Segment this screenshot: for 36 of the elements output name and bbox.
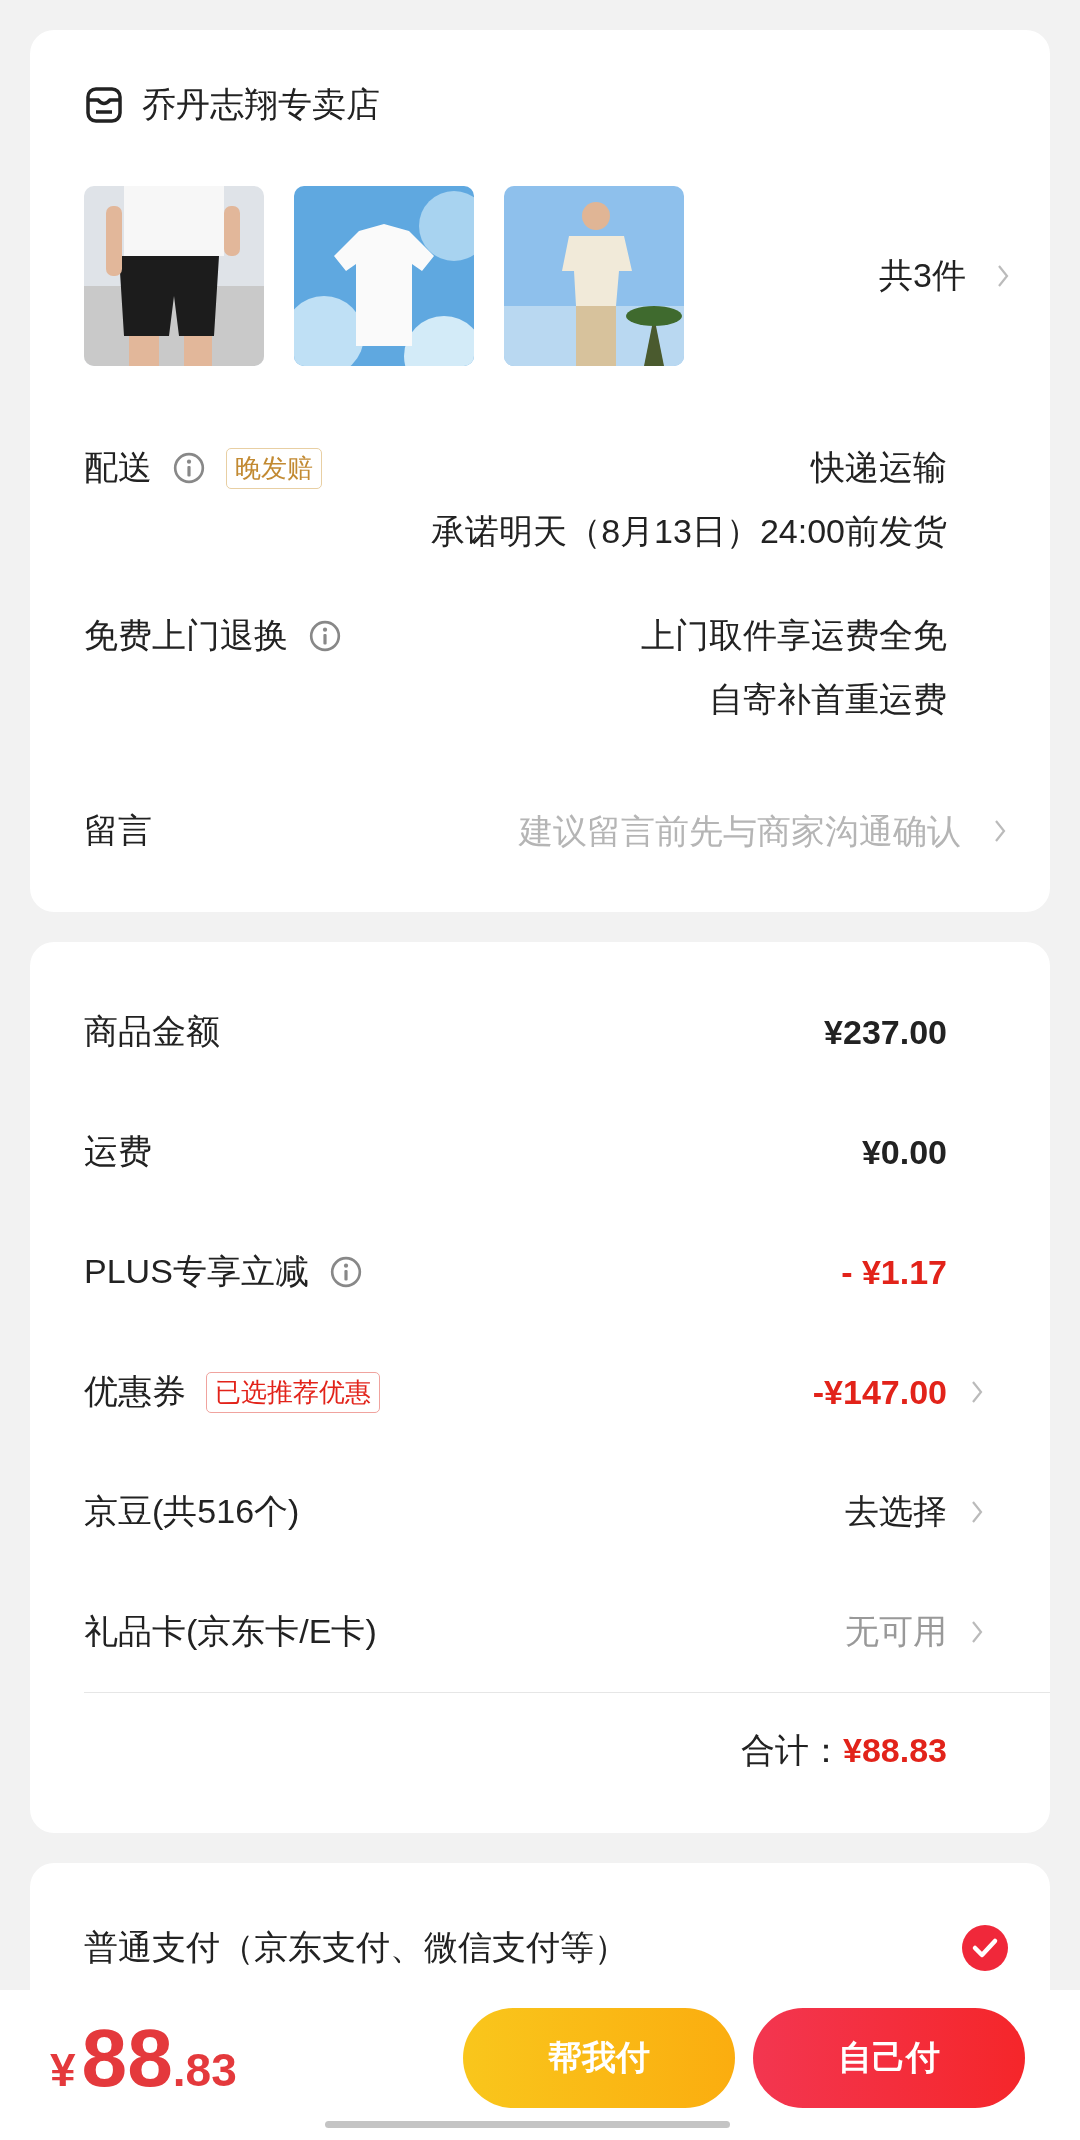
store-name[interactable]: 乔丹志翔专卖店 xyxy=(142,82,380,128)
store-icon xyxy=(84,85,124,125)
row-label: 留言 xyxy=(84,810,152,851)
price-decimal: .83 xyxy=(172,2042,237,2097)
row-label: 配送 xyxy=(84,447,152,488)
row-value: 无可用 xyxy=(845,1611,947,1652)
info-icon[interactable] xyxy=(328,1255,363,1289)
item-count[interactable]: 共3件 xyxy=(879,253,966,299)
price-currency: ¥ xyxy=(50,2042,76,2097)
row-value: 快递运输 xyxy=(811,447,947,488)
price-amount: 88 xyxy=(81,2010,173,2105)
pay-button[interactable]: 自己付 xyxy=(753,2007,1025,2108)
info-icon[interactable] xyxy=(308,619,342,653)
row-value: 上门取件享运费全免 xyxy=(641,615,947,656)
tag: 已选推荐优惠 xyxy=(206,1371,380,1413)
info-icon[interactable] xyxy=(172,451,206,485)
row-label: 运费 xyxy=(84,1131,152,1172)
payment-option[interactable]: 普通支付（京东支付、微信支付等） xyxy=(84,1925,628,1971)
total-value: ¥88.83 xyxy=(843,1731,947,1770)
row-value: 承诺明天（8月13日）24:00前发货 xyxy=(431,511,947,552)
row-value: ¥237.00 xyxy=(824,1012,947,1052)
row-label: 京豆(共516个) xyxy=(84,1491,300,1532)
row-label: 免费上门退换 xyxy=(84,615,288,656)
row-value: - ¥1.17 xyxy=(841,1252,947,1292)
row-value: 去选择 xyxy=(845,1491,947,1532)
check-icon[interactable] xyxy=(962,1925,1008,1971)
row-label: 优惠券 xyxy=(84,1371,186,1412)
message-field[interactable]: 建议留言前先与商家沟通确认 xyxy=(399,810,963,852)
row-value: -¥147.00 xyxy=(812,1372,947,1412)
row-label: PLUS专享立减 xyxy=(84,1251,309,1292)
row-value: ¥0.00 xyxy=(861,1132,947,1172)
row-label: 商品金额 xyxy=(84,1011,220,1052)
tag: 晚发赔 xyxy=(226,447,322,489)
row-label: 礼品卡(京东卡/E卡) xyxy=(84,1611,377,1652)
row-value: 自寄补首重运费 xyxy=(709,679,947,720)
total-label: 合计： xyxy=(741,1729,843,1771)
